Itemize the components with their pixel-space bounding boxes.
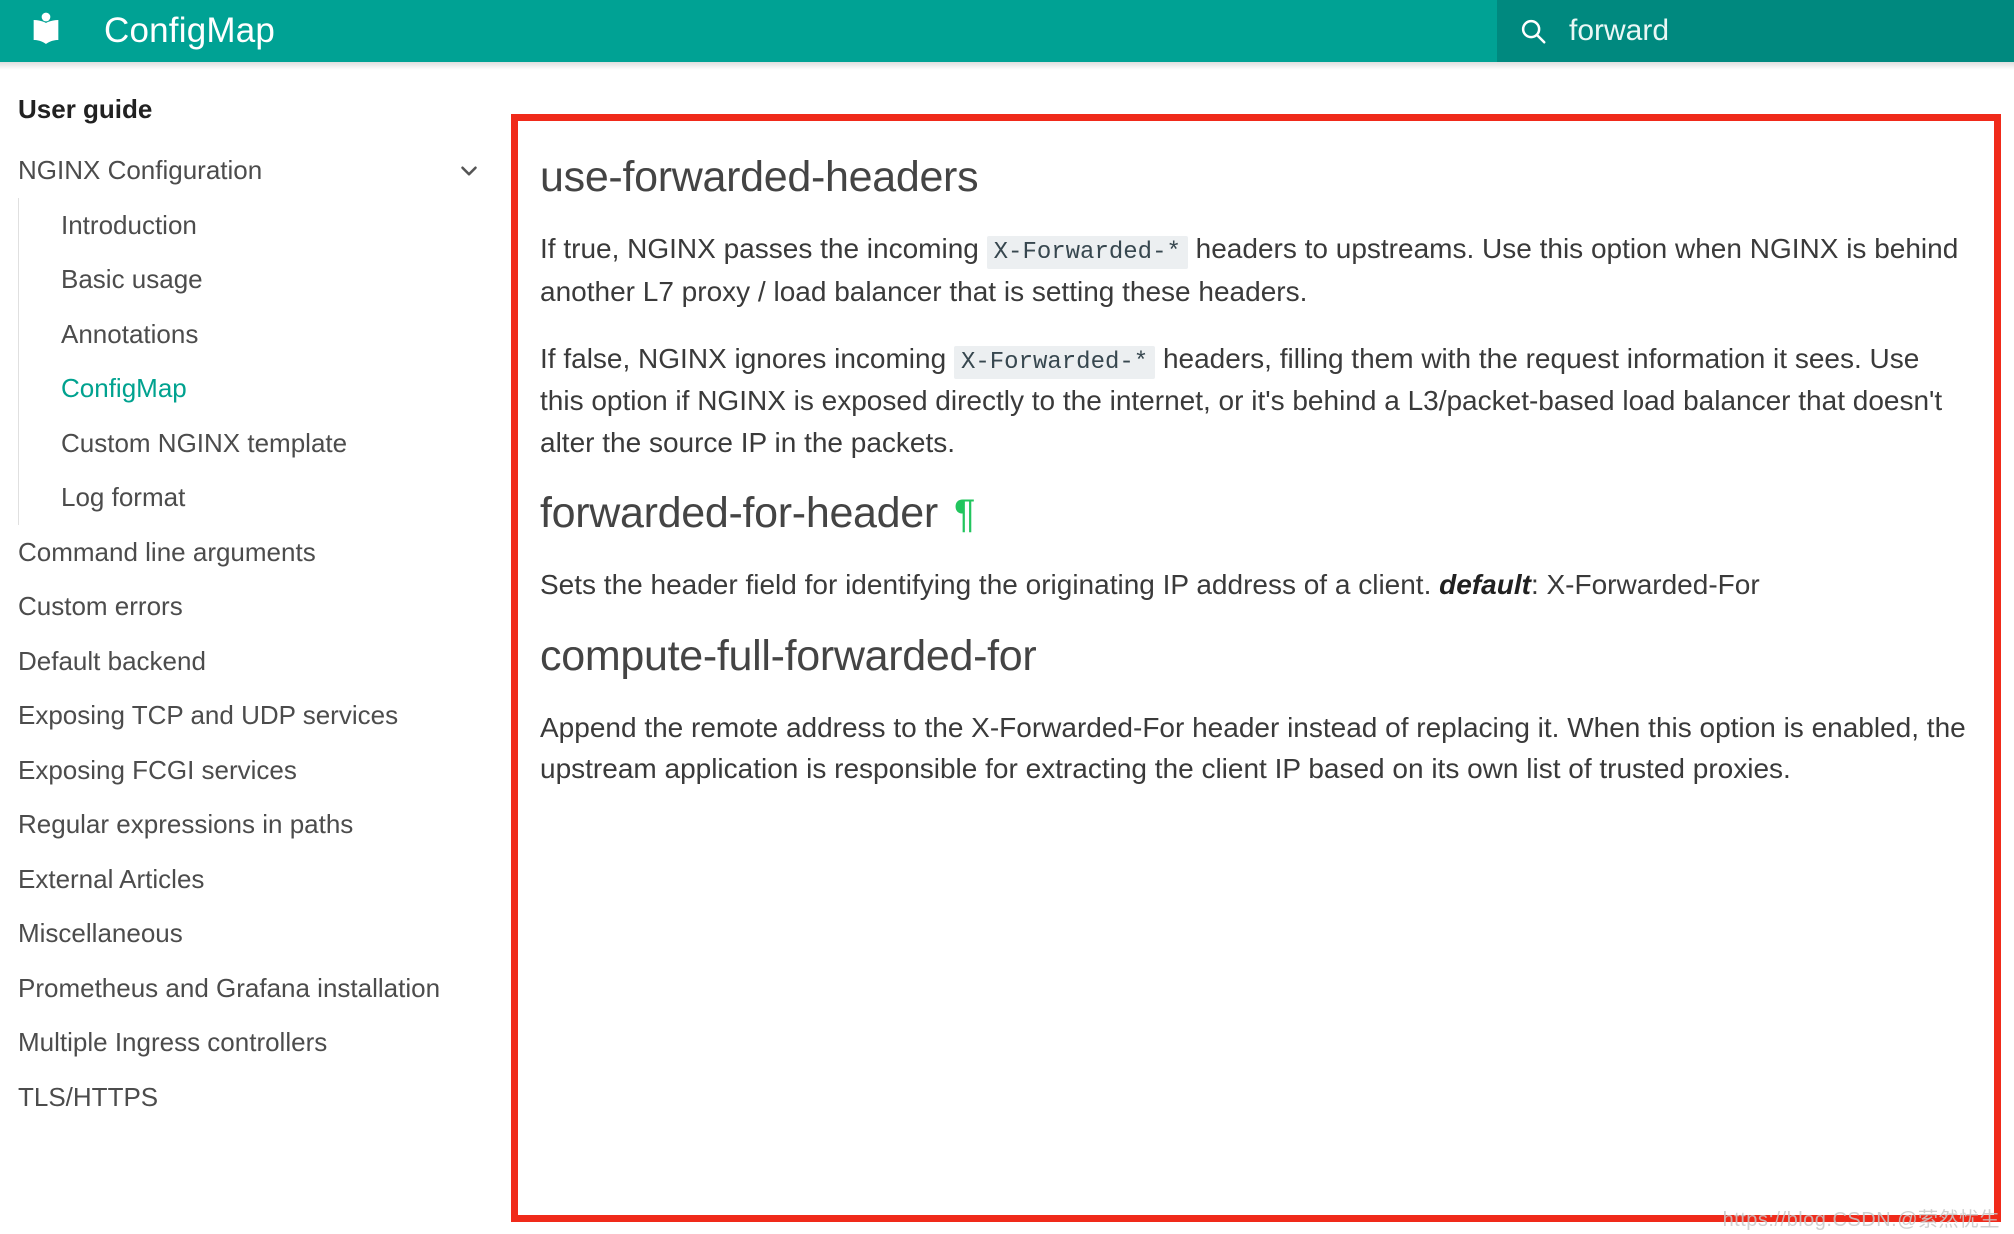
sidebar-item-label: Prometheus and Grafana installation xyxy=(18,972,441,1003)
doc-sections: use-forwarded-headers If true, NGINX pass… xyxy=(540,121,1970,816)
sidebar-item-label: ConfigMap xyxy=(61,373,187,403)
paragraph-text: Sets the header field for identifying th… xyxy=(540,569,1440,601)
section-heading: forwarded-for-header ¶ xyxy=(540,489,1970,538)
sidebar-item-log-format[interactable]: Log format xyxy=(18,470,500,525)
sidebar-item-annotations[interactable]: Annotations xyxy=(18,306,500,361)
sidebar-item-miscellaneous[interactable]: Miscellaneous xyxy=(0,906,500,961)
paragraph-text: Append the remote address to the X-Forwa… xyxy=(540,711,1966,785)
chevron-down-icon[interactable] xyxy=(456,158,482,184)
sidebar-title: User guide xyxy=(18,94,153,124)
sidebar-item-label: Exposing TCP and UDP services xyxy=(18,700,399,730)
emphasis-default-label: default xyxy=(1439,569,1531,601)
sidebar-item-label: Multiple Ingress controllers xyxy=(18,1027,328,1057)
sidebar-item-external-articles[interactable]: External Articles xyxy=(0,852,500,907)
logo-button[interactable] xyxy=(0,0,92,62)
sidebar-item-label: Basic usage xyxy=(61,264,203,294)
sidebar-item-prometheus-and-grafana-installation[interactable]: Prometheus and Grafana installation xyxy=(0,961,500,1016)
page-title: ConfigMap xyxy=(104,11,276,50)
paragraph: If true, NGINX passes the incoming X-For… xyxy=(540,228,1970,312)
sidebar-item-label: Exposing FCGI services xyxy=(18,754,297,785)
sidebar-item-label: Miscellaneous xyxy=(18,918,183,948)
sidebar-item-label: NGINX Configuration xyxy=(18,155,263,185)
sidebar-item-list: NGINX Configuration Introduction Basic usa… xyxy=(0,143,500,1124)
sidebar-item-label: Custom errors xyxy=(18,591,183,621)
sidebar-item-nginx-configuration[interactable]: NGINX Configuration xyxy=(0,143,500,198)
book-logo-icon xyxy=(33,12,59,44)
watermark: https://blog.CSDN.@萦然忧生 xyxy=(1722,1209,2000,1231)
search-icon xyxy=(1521,19,1546,44)
sidebar-item-label: TLS/HTTPS xyxy=(18,1081,159,1112)
sidebar-item-label: External Articles xyxy=(18,863,205,894)
search-icon-wrap xyxy=(1497,0,1569,62)
inline-code: X-Forwarded-* xyxy=(986,236,1188,269)
sidebar-item-label: Custom NGINX template xyxy=(61,427,348,458)
search-bar[interactable] xyxy=(1497,0,2014,62)
sidebar-item-default-backend[interactable]: Default backend xyxy=(0,634,500,689)
paragraph-text: : X-Forwarded-For xyxy=(1530,569,1760,601)
search-input[interactable] xyxy=(1569,0,2014,62)
sidebar-item-label: Annotations xyxy=(61,318,199,349)
sidebar-item-custom-nginx-template[interactable]: Custom NGINX template xyxy=(18,415,500,470)
header-shadow xyxy=(0,62,2014,70)
app-body: User guide NGINX Configuration Introducti… xyxy=(0,62,2014,1234)
sidebar-item-label: Regular expressions in paths xyxy=(18,809,354,839)
sidebar-item-custom-errors[interactable]: Custom errors xyxy=(0,579,500,634)
sidebar-item-command-line-arguments[interactable]: Command line arguments xyxy=(0,525,500,580)
section-heading: compute-full-forwarded-for xyxy=(540,632,1970,681)
sidebar-item-label: Log format xyxy=(61,482,186,512)
paragraph: If false, NGINX ignores incoming X-Forwa… xyxy=(540,338,1970,463)
section-heading: use-forwarded-headers xyxy=(540,153,1970,202)
sidebar-item-regular-expressions-in-paths[interactable]: Regular expressions in paths xyxy=(0,797,500,852)
paragraph-text: If false, NGINX ignores incoming xyxy=(540,342,954,374)
sidebar-item-basic-usage[interactable]: Basic usage xyxy=(18,252,500,307)
section-heading-text: use-forwarded-headers xyxy=(540,153,979,201)
sidebar-item-introduction[interactable]: Introduction xyxy=(18,197,500,252)
sidebar-item-tls-https[interactable]: TLS/HTTPS xyxy=(0,1070,500,1125)
paragraph: Append the remote address to the X-Forwa… xyxy=(540,707,1970,790)
sidebar-item-label: Default backend xyxy=(18,645,206,676)
paragraph-text: If true, NGINX passes the incoming xyxy=(540,233,987,264)
sidebar-item-label: Command line arguments xyxy=(18,536,316,567)
paragraph: Sets the header field for identifying th… xyxy=(540,564,1970,605)
sidebar-nav: User guide NGINX Configuration Introducti… xyxy=(0,62,500,1234)
anchor-link-icon[interactable]: ¶ xyxy=(954,494,975,534)
inline-code: X-Forwarded-* xyxy=(953,345,1156,379)
sidebar-item-label: Introduction xyxy=(61,209,197,240)
sidebar-item-exposing-tcp-and-udp-services[interactable]: Exposing TCP and UDP services xyxy=(0,688,500,743)
app-header: ConfigMap xyxy=(0,0,2014,62)
sidebar-item-multiple-ingress-controllers[interactable]: Multiple Ingress controllers xyxy=(0,1015,500,1070)
section-heading-text: compute-full-forwarded-for xyxy=(540,631,1037,680)
annotation-box: use-forwarded-headers If true, NGINX pass… xyxy=(511,114,2001,1222)
doc-content: use-forwarded-headers If true, NGINX pass… xyxy=(500,62,2014,1234)
sidebar-item-exposing-fcgi-services[interactable]: Exposing FCGI services xyxy=(0,743,500,798)
section-heading-text: forwarded-for-header xyxy=(540,489,938,538)
sidebar-item-configmap[interactable]: ConfigMap xyxy=(18,361,500,416)
